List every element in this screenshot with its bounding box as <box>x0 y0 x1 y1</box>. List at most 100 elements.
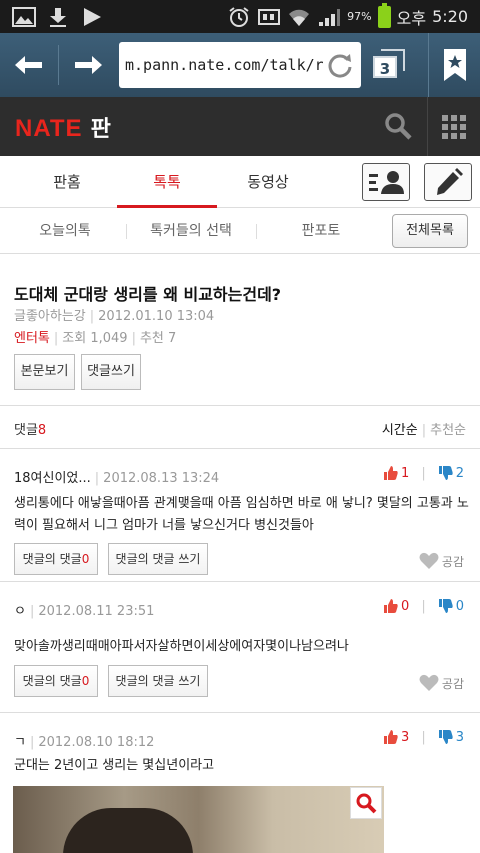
header-menu-button[interactable] <box>427 97 480 156</box>
reply-count: 0 <box>81 674 90 688</box>
subtab-today-talk[interactable]: 오늘의톡 <box>14 208 116 254</box>
write-comment-button[interactable]: 댓글쓰기 <box>81 354 141 390</box>
upvote-button[interactable]: 1 <box>383 465 409 481</box>
article-recommend: 추천 7 <box>139 331 177 346</box>
comment-photo[interactable] <box>13 786 384 853</box>
url-bar[interactable]: m.pann.nate.com/talk/r <box>119 42 361 88</box>
comment-votes: 0 | 0 <box>383 598 464 614</box>
article-title: 도대체 군대랑 생리를 왜 비교하는건데? <box>14 285 282 304</box>
article-category[interactable]: 엔터톡 <box>14 331 50 346</box>
all-list-button[interactable]: 전체목록 <box>392 214 468 248</box>
like-button[interactable]: 공감 <box>419 674 464 692</box>
downvote-button[interactable]: 2 <box>438 465 464 481</box>
nate-pan-logo[interactable]: NATE 판 <box>15 111 111 143</box>
play-icon <box>80 6 104 28</box>
url-text[interactable]: m.pann.nate.com/talk/r <box>125 56 323 74</box>
search-icon <box>385 113 412 140</box>
status-time: 5:20 <box>432 7 468 26</box>
header-search-button[interactable] <box>370 111 426 143</box>
comment-sort: 시간순 | 추천순 <box>381 423 466 438</box>
status-bar: 97% 오후 5:20 <box>0 0 480 33</box>
thumbs-down-icon <box>438 599 453 613</box>
downvote-count: 3 <box>455 729 464 745</box>
like-label: 공감 <box>441 554 464 569</box>
comment-item: ㅇ | 2012.08.11 23:51 0 | 0 맞아솔까생리때매아파서자살하면… <box>0 582 480 713</box>
upvote-button[interactable]: 3 <box>383 729 409 745</box>
thumbs-up-icon <box>384 599 398 613</box>
downvote-button[interactable]: 0 <box>438 598 464 614</box>
status-ampm: 오후 <box>396 8 427 28</box>
forward-arrow-icon <box>75 56 102 74</box>
tab-count: 3 <box>373 56 397 78</box>
downvote-count: 2 <box>455 465 464 481</box>
comment-date: 2012.08.11 23:51 <box>38 604 155 619</box>
pencil-icon <box>437 168 463 195</box>
comment-text: 생리통에다 애낳을때아픔 관계맺을때 아픔 임심하면 바로 애 낳니? 몇달의 … <box>14 496 469 533</box>
tab-pan-home[interactable]: 판홈 <box>14 156 120 208</box>
sort-by-recommend[interactable]: 추천순 <box>430 423 466 438</box>
view-body-button[interactable]: 본문보기 <box>14 354 75 390</box>
subtab-pan-photo[interactable]: 판포토 <box>258 208 384 254</box>
write-reply-button[interactable]: 댓글의 댓글 쓰기 <box>108 665 208 697</box>
comments-header: 댓글8 시간순 | 추천순 <box>0 406 480 449</box>
back-arrow-icon <box>15 56 42 74</box>
my-profile-button[interactable] <box>362 163 410 201</box>
upvote-count: 1 <box>401 465 410 481</box>
reload-icon[interactable] <box>327 52 353 82</box>
comment-votes: 3 | 3 <box>383 729 464 745</box>
comment-author[interactable]: ㅇ <box>14 604 26 619</box>
like-label: 공감 <box>441 676 464 691</box>
write-reply-button[interactable]: 댓글의 댓글 쓰기 <box>108 543 208 575</box>
article-header: 도대체 군대랑 생리를 왜 비교하는건데? 글좋아하는강 | 2012.01.10 … <box>0 254 480 406</box>
thumbs-down-icon <box>438 730 453 744</box>
heart-icon <box>419 552 439 569</box>
comment-date: 2012.08.10 18:12 <box>38 735 155 750</box>
tab-video[interactable]: 동영상 <box>218 156 318 208</box>
tabs-button[interactable]: 3 <box>371 47 411 83</box>
bookmark-button[interactable] <box>428 33 480 97</box>
comment-count: 댓글8 <box>14 419 46 438</box>
back-button[interactable] <box>0 33 58 97</box>
logo-pan-text: 판 <box>90 116 111 142</box>
comment-text: 군대는 2년이고 생리는 몇십년이라고 <box>14 758 215 773</box>
site-header: NATE 판 <box>0 97 480 156</box>
reply-list-label: 댓글의 댓글 <box>22 674 82 688</box>
sort-by-time[interactable]: 시간순 <box>382 423 418 438</box>
subtab-talker-choice[interactable]: 톡커들의 선택 <box>128 208 254 254</box>
subtab-divider <box>256 224 257 239</box>
reply-list-button[interactable]: 댓글의 댓글0 <box>14 665 98 697</box>
write-post-button[interactable] <box>424 163 472 201</box>
bookmark-star-icon <box>443 49 466 81</box>
comment-votes: 1 | 2 <box>383 465 464 481</box>
thumbs-up-icon <box>384 466 398 480</box>
upvote-count: 3 <box>401 729 410 745</box>
reply-list-button[interactable]: 댓글의 댓글0 <box>14 543 98 575</box>
comment-meta: ㄱ | 2012.08.10 18:12 <box>14 735 155 750</box>
like-button[interactable]: 공감 <box>419 552 464 570</box>
data-sync-icon <box>257 6 281 28</box>
comment-text: 맞아솔까생리때매아파서자살하면이세상에여자몇이나남으려나 <box>14 639 349 654</box>
downvote-button[interactable]: 3 <box>438 729 464 745</box>
reply-list-label: 댓글의 댓글 <box>22 552 82 566</box>
signal-icon <box>317 6 341 28</box>
tab-toktok[interactable]: 톡톡 <box>117 156 217 208</box>
browser-toolbar: m.pann.nate.com/talk/r 3 <box>0 33 480 97</box>
comment-count-number: 8 <box>37 423 47 438</box>
battery-icon <box>377 2 391 28</box>
main-tabs: 판홈 톡톡 동영상 <box>0 156 480 208</box>
upvote-button[interactable]: 0 <box>383 598 409 614</box>
magnifier-icon <box>356 793 377 814</box>
article-author[interactable]: 글좋아하는강 <box>14 309 86 324</box>
comment-author[interactable]: 18여신이었... <box>14 471 91 486</box>
forward-button[interactable] <box>59 33 117 97</box>
image-notification-icon <box>12 6 36 28</box>
thumbs-down-icon <box>438 466 453 480</box>
article-date: 2012.01.10 13:04 <box>98 309 215 324</box>
photo-zoom-button[interactable] <box>350 787 382 819</box>
alarm-icon <box>227 6 251 28</box>
comment-author[interactable]: ㄱ <box>14 735 26 750</box>
downvote-count: 0 <box>455 598 464 614</box>
comment-count-label: 댓글 <box>14 423 38 438</box>
logo-nate-text: NATE <box>15 114 83 142</box>
thumbs-up-icon <box>384 730 398 744</box>
